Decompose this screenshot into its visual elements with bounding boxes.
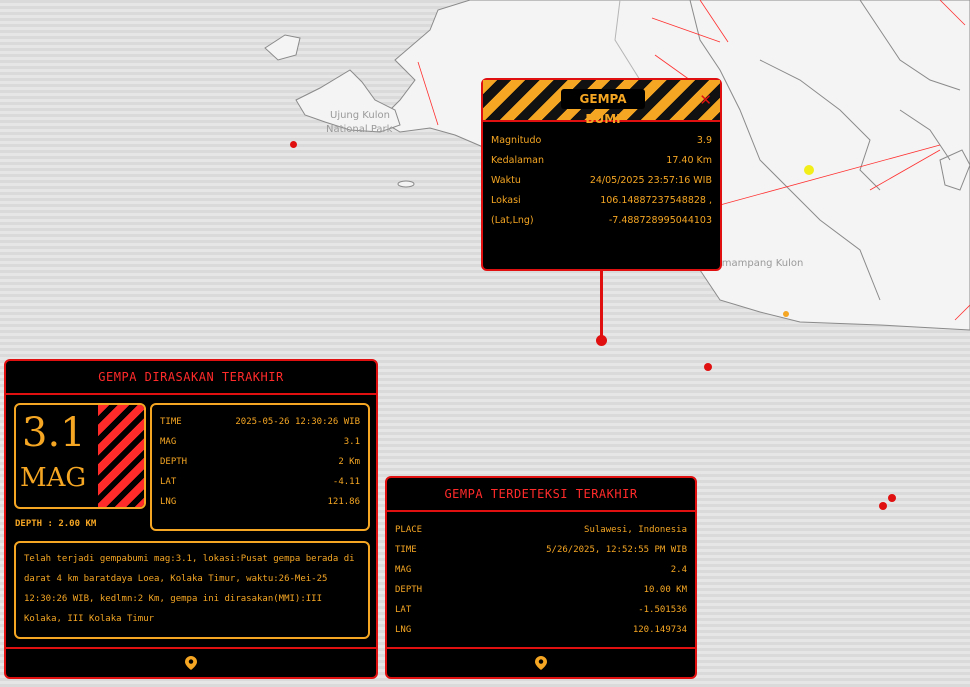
info-value: 2025-05-26 12:30:26 WIB [235, 417, 360, 427]
popup-row-lokasi: Lokasi 106.14887237548828 , [483, 191, 720, 211]
map-pin-icon[interactable] [535, 656, 547, 670]
felt-card-title: GEMPA DIRASAKAN TERAKHIR [6, 361, 376, 395]
magnitude-badge: 3.1 MAG [14, 403, 146, 509]
info-label: TIME [160, 417, 182, 427]
felt-info-box: TIME 2025-05-26 12:30:26 WIB MAG 3.1 DEP… [150, 403, 370, 531]
quake-marker-yellow[interactable] [804, 165, 814, 175]
info-value: 3.1 [343, 437, 360, 447]
info-row-mag: MAG 2.4 [387, 560, 695, 580]
popup-row-magnitudo: Magnitudo 3.9 [483, 131, 720, 151]
info-row-lat: LAT -4.11 [152, 472, 368, 492]
info-row-lng: LNG 120.149734 [387, 620, 695, 640]
popup-header: GEMPA BUMI ✕ [483, 80, 720, 126]
detected-earthquake-card: GEMPA TERDETEKSI TERAKHIR PLACE Sulawesi… [385, 476, 697, 679]
magnitude-value: 3.1 [22, 410, 86, 456]
info-label: LNG [395, 625, 412, 635]
info-label: LAT [160, 477, 177, 487]
info-label: DEPTH [395, 585, 423, 595]
felt-description: Telah terjadi gempabumi mag:3.1, lokasi:… [14, 541, 370, 639]
quake-marker-orange[interactable] [783, 311, 789, 317]
info-value: 2.4 [670, 565, 687, 575]
info-value: -4.11 [332, 477, 360, 487]
map-label-ujung-kulon: Ujung Kulon [330, 110, 390, 121]
felt-card-footer [6, 647, 376, 677]
info-label: MAG [160, 437, 177, 447]
info-value: 120.149734 [632, 625, 687, 635]
island-panaitan [264, 34, 301, 61]
quake-marker[interactable] [888, 494, 896, 502]
info-value: Sulawesi, Indonesia [584, 525, 687, 535]
info-value: 5/26/2025, 12:52:55 PM WIB [546, 545, 687, 555]
map-label-cimampang-kulon: Cimampang Kulon [712, 258, 804, 269]
info-value: 10.00 KM [643, 585, 687, 595]
info-label: LNG [160, 497, 177, 507]
earthquake-popup: GEMPA BUMI ✕ Magnitudo 3.9 Kedalaman 17.… [481, 78, 722, 271]
info-label: TIME [395, 545, 417, 555]
popup-row-value: 106.14887237548828 , [600, 195, 712, 206]
detected-card-footer [387, 647, 695, 677]
popup-row-kedalaman: Kedalaman 17.40 Km [483, 151, 720, 171]
info-row-lat: LAT -1.501536 [387, 600, 695, 620]
info-row-time: TIME 5/26/2025, 12:52:55 PM WIB [387, 540, 695, 560]
hazard-stripe [98, 405, 144, 507]
popup-title: GEMPA BUMI [561, 89, 645, 126]
popup-row-label: (Lat,Lng) [491, 215, 534, 226]
info-row-time: TIME 2025-05-26 12:30:26 WIB [152, 412, 368, 432]
landmass-ujung-kulon [295, 69, 401, 133]
info-row-mag: MAG 3.1 [152, 432, 368, 452]
detected-card-title: GEMPA TERDETEKSI TERAKHIR [387, 478, 695, 512]
quake-marker[interactable] [879, 502, 887, 510]
magnitude-unit: MAG [20, 463, 87, 493]
popup-row-label: Kedalaman [491, 155, 545, 166]
popup-body: Magnitudo 3.9 Kedalaman 17.40 Km Waktu 2… [483, 122, 720, 231]
info-row-place: PLACE Sulawesi, Indonesia [387, 520, 695, 540]
map-pin-icon[interactable] [185, 656, 197, 670]
popup-row-label: Lokasi [491, 195, 521, 206]
depth-summary: DEPTH : 2.00 KM [15, 519, 97, 529]
popup-row-value: -7.488728995044103 [608, 215, 712, 226]
popup-row-value: 17.40 Km [666, 155, 712, 166]
info-value: 121.86 [327, 497, 360, 507]
popup-row-label: Magnitudo [491, 135, 542, 146]
popup-row-value: 3.9 [696, 135, 712, 146]
quake-marker[interactable] [290, 141, 297, 148]
popup-row-waktu: Waktu 24/05/2025 23:57:16 WIB [483, 171, 720, 191]
map-label-national-park: National Park [326, 124, 393, 135]
close-icon[interactable]: ✕ [699, 90, 712, 110]
quake-marker[interactable] [704, 363, 712, 371]
info-label: LAT [395, 605, 412, 615]
popup-row-latlng: (Lat,Lng) -7.488728995044103 [483, 211, 720, 231]
popup-row-label: Waktu [491, 175, 521, 186]
popup-anchor-marker[interactable] [596, 335, 607, 346]
info-label: DEPTH [160, 457, 188, 467]
info-label: PLACE [395, 525, 423, 535]
felt-earthquake-card: GEMPA DIRASAKAN TERAKHIR 3.1 MAG DEPTH :… [4, 359, 378, 679]
info-label: MAG [395, 565, 412, 575]
island-small [397, 180, 415, 188]
popup-row-value: 24/05/2025 23:57:16 WIB [589, 175, 712, 186]
popup-stem [600, 271, 603, 337]
info-row-depth: DEPTH 10.00 KM [387, 580, 695, 600]
info-row-lng: LNG 121.86 [152, 492, 368, 512]
info-row-depth: DEPTH 2 Km [152, 452, 368, 472]
detected-info: PLACE Sulawesi, Indonesia TIME 5/26/2025… [387, 512, 695, 640]
info-value: -1.501536 [638, 605, 687, 615]
info-value: 2 Km [338, 457, 360, 467]
